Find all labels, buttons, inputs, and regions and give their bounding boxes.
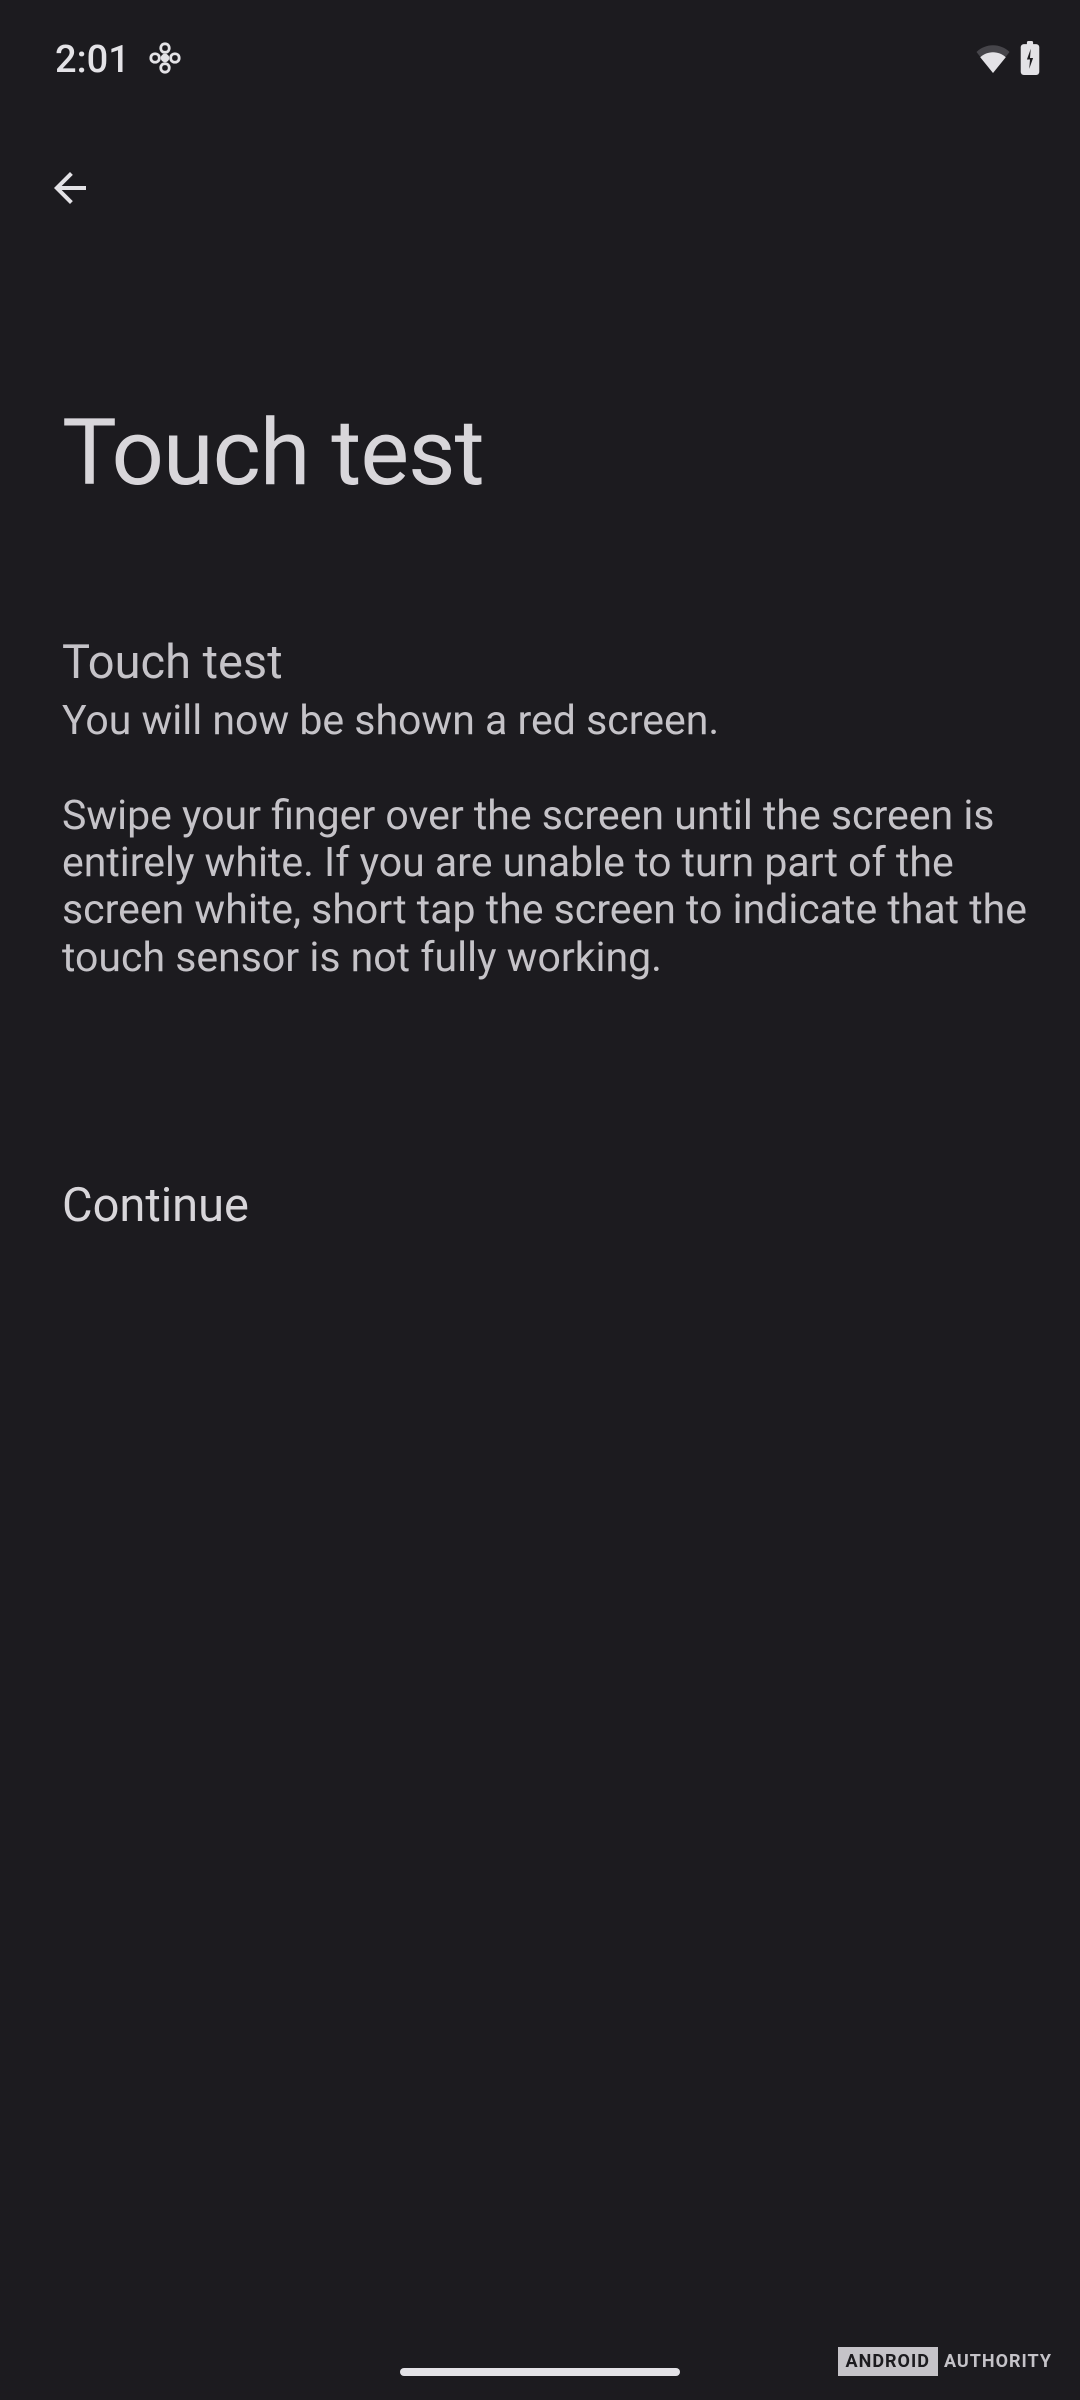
wifi-icon bbox=[974, 43, 1012, 77]
back-button[interactable] bbox=[40, 160, 100, 220]
pinwheel-icon bbox=[148, 41, 182, 79]
watermark: ANDROID AUTHORITY bbox=[838, 2347, 1052, 2376]
status-right bbox=[974, 41, 1040, 79]
arrow-back-icon bbox=[46, 164, 94, 216]
gesture-nav-handle[interactable] bbox=[400, 2368, 680, 2376]
instruction-paragraph-1: You will now be shown a red screen. bbox=[62, 698, 1030, 745]
clock-text: 2:01 bbox=[55, 38, 130, 82]
continue-button[interactable]: Continue bbox=[62, 1178, 249, 1233]
section-subtitle: Touch test bbox=[62, 635, 1030, 690]
battery-charging-icon bbox=[1020, 41, 1040, 79]
content-area: Touch test You will now be shown a red s… bbox=[62, 635, 1030, 982]
watermark-android: ANDROID bbox=[838, 2347, 938, 2376]
status-left: 2:01 bbox=[55, 38, 182, 82]
page-title: Touch test bbox=[62, 400, 484, 507]
watermark-authority: AUTHORITY bbox=[944, 2351, 1052, 2372]
status-bar: 2:01 bbox=[0, 0, 1080, 90]
instruction-paragraph-2: Swipe your finger over the screen until … bbox=[62, 793, 1030, 982]
